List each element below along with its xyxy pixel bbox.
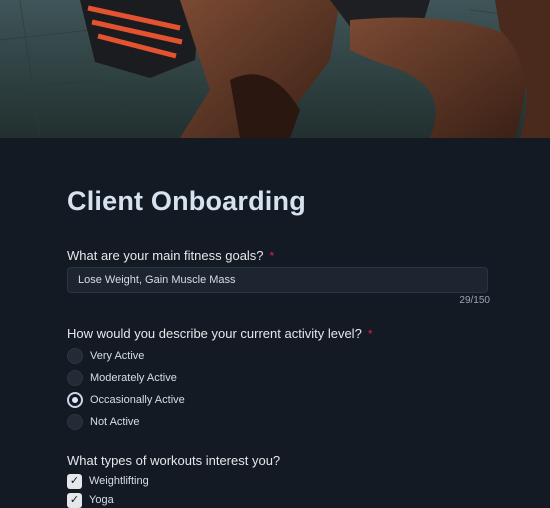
checkbox-checked[interactable]: ✓ bbox=[67, 473, 82, 489]
radio-label: Occasionally Active bbox=[90, 394, 185, 406]
check-icon: ✓ bbox=[69, 474, 80, 487]
activity-label: How would you describe your current acti… bbox=[67, 326, 362, 341]
radio-option-not-active[interactable]: Not Active bbox=[67, 413, 140, 431]
radio-button[interactable] bbox=[67, 414, 83, 430]
goals-question: What are your main fitness goals? * bbox=[67, 248, 274, 263]
radio-label: Moderately Active bbox=[90, 372, 177, 384]
checkbox-label: Yoga bbox=[89, 494, 114, 506]
radio-button[interactable] bbox=[67, 370, 83, 386]
radio-label: Very Active bbox=[90, 350, 145, 362]
fitness-goals-input[interactable] bbox=[67, 267, 488, 293]
hero-image bbox=[0, 0, 550, 138]
goals-label: What are your main fitness goals? bbox=[67, 248, 264, 263]
radio-label: Not Active bbox=[90, 416, 140, 428]
character-counter: 29/150 bbox=[459, 295, 490, 306]
radio-option-moderately-active[interactable]: Moderately Active bbox=[67, 369, 177, 387]
required-marker: * bbox=[269, 249, 275, 263]
required-marker: * bbox=[367, 327, 373, 341]
check-icon: ✓ bbox=[69, 493, 80, 506]
radio-option-very-active[interactable]: Very Active bbox=[67, 347, 144, 365]
checkbox-checked[interactable]: ✓ bbox=[67, 492, 82, 508]
activity-question: How would you describe your current acti… bbox=[67, 326, 372, 341]
page-title: Client Onboarding bbox=[67, 186, 306, 216]
radio-button-selected[interactable] bbox=[67, 392, 83, 408]
workouts-question: What types of workouts interest you? bbox=[67, 453, 280, 468]
checkbox-label: Weightlifting bbox=[89, 475, 149, 487]
checkbox-option-yoga[interactable]: ✓ Yoga bbox=[67, 492, 114, 508]
workouts-label: What types of workouts interest you? bbox=[67, 453, 281, 468]
radio-option-occasionally-active[interactable]: Occasionally Active bbox=[67, 391, 185, 409]
checkbox-option-weightlifting[interactable]: ✓ Weightlifting bbox=[67, 473, 149, 489]
radio-button[interactable] bbox=[67, 348, 83, 364]
